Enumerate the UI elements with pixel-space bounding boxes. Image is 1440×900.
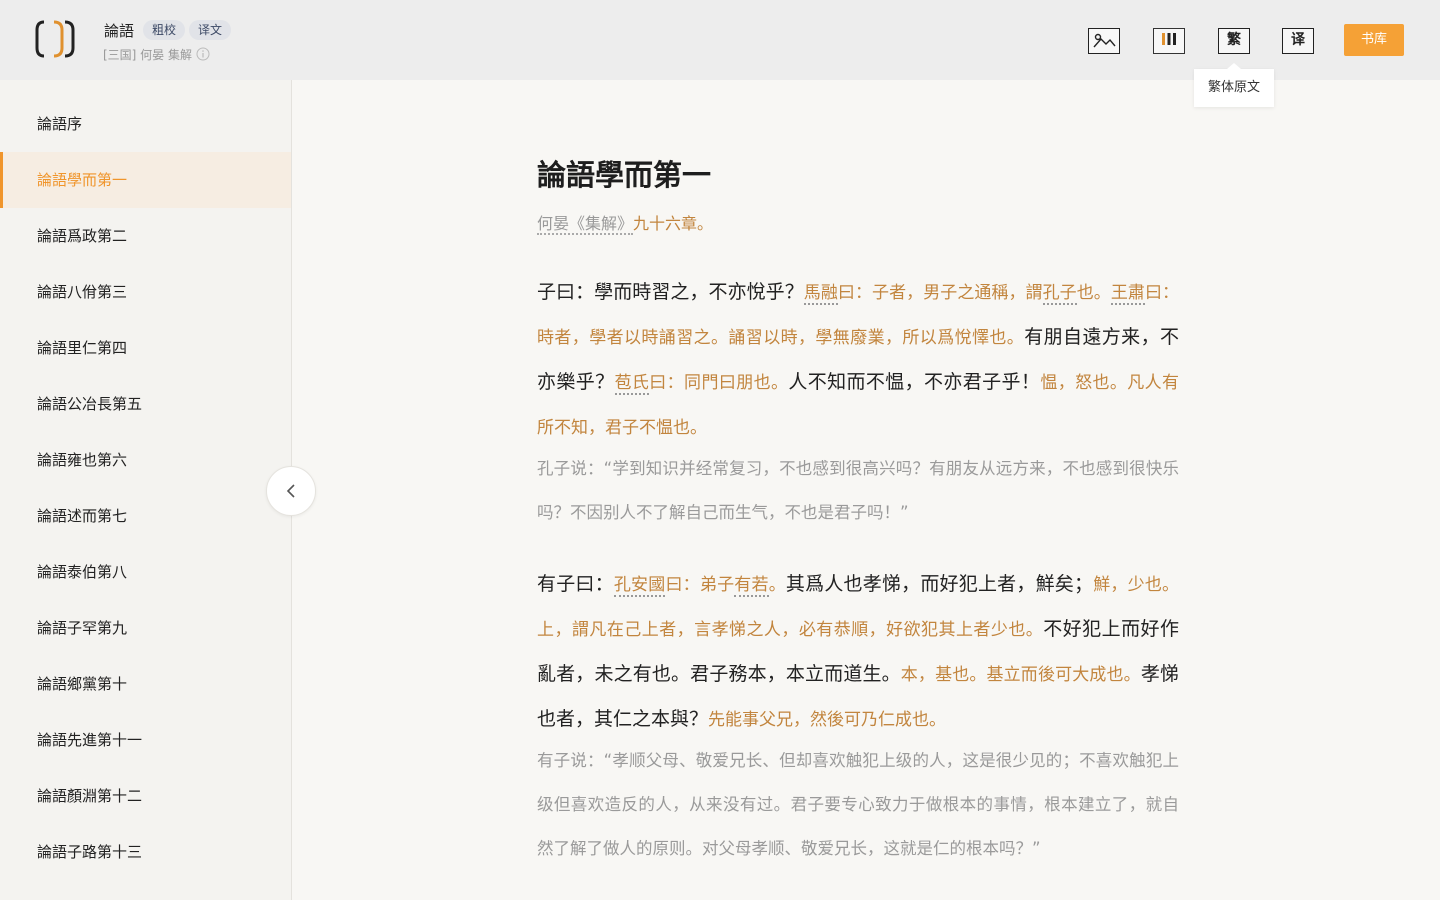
top-header: 論語 粗校 译文 [三国] 何晏 集解 繁 译 书库: [0, 0, 1440, 80]
library-button[interactable]: 书库: [1344, 24, 1404, 56]
chapter-note: 何晏《集解》九十六章。: [537, 210, 714, 235]
vertical-mode-button[interactable]: [1153, 28, 1185, 54]
sidebar-item[interactable]: 論語顏淵第十二: [0, 768, 291, 824]
tooltip: 繁体原文: [1194, 63, 1274, 107]
note-count: 九十六章。: [633, 214, 714, 233]
sidebar-item[interactable]: 論語里仁第四: [0, 320, 291, 376]
sidebar-item[interactable]: 論語八佾第三: [0, 264, 291, 320]
sidebar-item[interactable]: 論語先進第十一: [0, 712, 291, 768]
person-link[interactable]: 苞氏: [614, 373, 650, 395]
original-paragraph-1: 子曰：學而時習之，不亦悅乎？馬融曰：子者，男子之通稱，謂孔子也。王肅曰：時者，學…: [537, 281, 1180, 438]
sidebar-item-active[interactable]: 論語學而第一: [0, 152, 291, 208]
traditional-text-button[interactable]: 繁: [1218, 28, 1250, 54]
collapse-sidebar-button[interactable]: [266, 466, 316, 516]
sidebar-item[interactable]: 論語子罕第九: [0, 600, 291, 656]
translation-paragraph-2: 有子说：“孝顺父母、敬爱兄长、但却喜欢触犯上级的人，这是很少见的；不喜欢触犯上级…: [537, 751, 1179, 858]
chapter-title: 論語學而第一: [537, 158, 712, 192]
image-icon: [1093, 33, 1116, 48]
original-paragraph-2: 有子曰：孔安國曰：弟子有若。其爲人也孝悌，而好犯上者，鮮矣；鮮，少也。上，謂凡在…: [537, 573, 1180, 730]
sidebar-item[interactable]: 論語泰伯第八: [0, 544, 291, 600]
sidebar-item[interactable]: 論語述而第七: [0, 488, 291, 544]
book-title: 論語: [104, 22, 135, 40]
sidebar-item[interactable]: 論語子路第十三: [0, 824, 291, 880]
person-link[interactable]: 馬融: [803, 283, 838, 305]
sidebar-item[interactable]: 論語序: [0, 96, 291, 152]
app-logo-icon[interactable]: [34, 18, 78, 60]
sidebar-item[interactable]: 論語爲政第二: [0, 208, 291, 264]
translation-paragraph-1: 孔子说：“学到知识并经常复习，不也感到很高兴吗？有朋友从远方来，不也感到很快乐吗…: [537, 459, 1179, 522]
translation-button[interactable]: 译: [1282, 28, 1314, 54]
info-icon[interactable]: [196, 47, 210, 61]
image-mode-button[interactable]: [1088, 28, 1120, 54]
columns-icon: [1162, 33, 1176, 45]
sidebar-item[interactable]: 論語鄉黨第十: [0, 656, 291, 712]
person-link[interactable]: 孔安國: [613, 575, 666, 597]
tag-proofread: 粗校: [143, 20, 186, 40]
sidebar-item[interactable]: 論語雍也第六: [0, 432, 291, 488]
person-link[interactable]: 孔子: [1042, 283, 1077, 305]
book-author: [三国] 何晏 集解: [103, 48, 192, 62]
person-link[interactable]: 王肅: [1110, 283, 1145, 305]
person-link[interactable]: 有若: [734, 575, 769, 597]
tag-translation: 译文: [189, 20, 232, 40]
sidebar-item[interactable]: 論語公冶長第五: [0, 376, 291, 432]
chevron-left-icon: [286, 484, 295, 498]
note-source[interactable]: 何晏《集解》: [537, 214, 634, 235]
chapter-sidebar: 論語序 論語學而第一 論語爲政第二 論語八佾第三 論語里仁第四 論語公冶長第五 …: [0, 80, 292, 900]
